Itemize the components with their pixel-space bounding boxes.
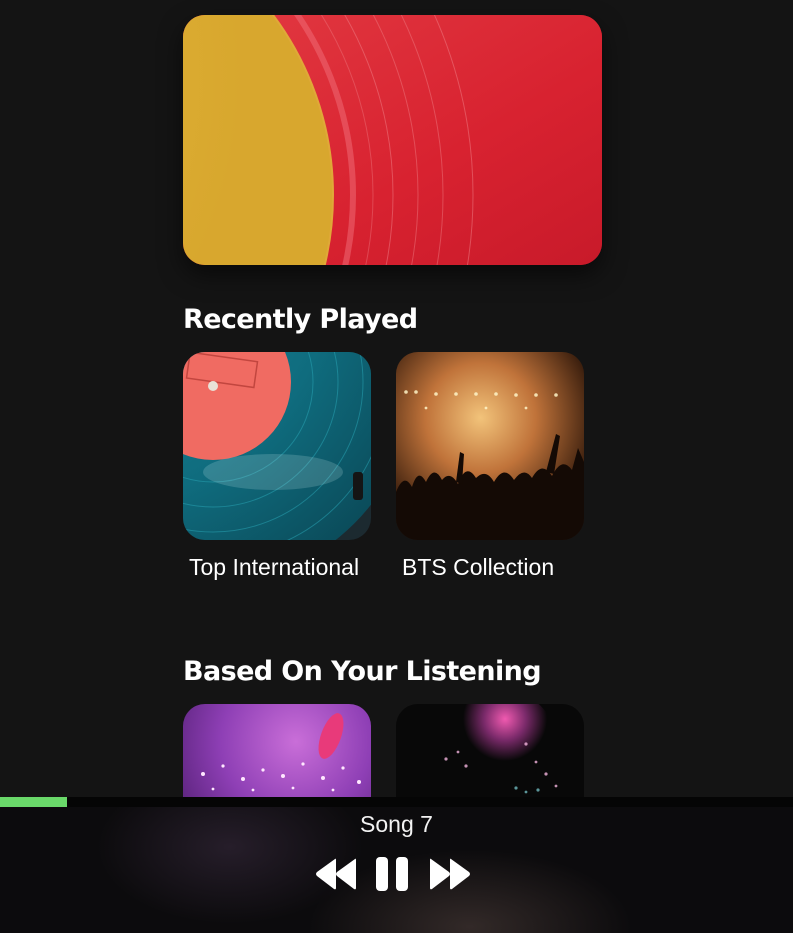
next-button[interactable] — [429, 853, 471, 895]
music-app: Recently Played Top International BTS Co… — [0, 0, 793, 933]
hero-vinyl-image — [183, 15, 602, 265]
hero-banner[interactable] — [183, 15, 602, 265]
playlist-art-pink-fireworks — [396, 704, 584, 797]
now-playing-bar: Song 7 — [0, 807, 793, 933]
playlist-label: Top International — [189, 554, 360, 580]
pause-icon — [376, 857, 408, 891]
playlist-art-concert — [396, 352, 584, 540]
recommendation-card-2[interactable] — [396, 704, 584, 797]
now-playing-song-title: Song 7 — [360, 811, 433, 837]
playlist-card-bts-collection[interactable]: BTS Collection — [396, 352, 584, 582]
recommendation-card-1[interactable] — [183, 704, 371, 797]
based-on-listening-title: Based On Your Listening — [183, 656, 542, 687]
playlist-art-turntable — [183, 352, 371, 540]
previous-button[interactable] — [315, 853, 357, 895]
rewind-icon — [316, 858, 356, 890]
playlist-art-purple-fireworks — [183, 704, 371, 797]
recently-played-title: Recently Played — [183, 304, 418, 335]
playback-controls — [0, 853, 793, 895]
fast-forward-icon — [430, 858, 470, 890]
content-scroll-area[interactable]: Recently Played Top International BTS Co… — [0, 0, 793, 797]
playback-progress-fill — [0, 797, 68, 807]
playlist-card-top-international[interactable]: Top International — [183, 352, 371, 582]
playback-progress-bar[interactable] — [0, 797, 793, 807]
pause-button[interactable] — [375, 853, 411, 895]
playlist-label: BTS Collection — [402, 554, 555, 580]
